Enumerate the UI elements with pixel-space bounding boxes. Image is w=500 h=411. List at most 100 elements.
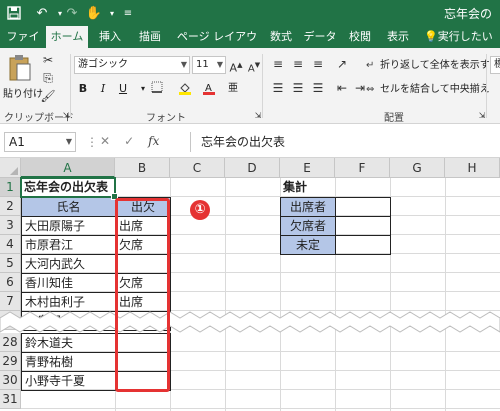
tab-formulas[interactable]: 数式 xyxy=(264,26,298,48)
bold-button[interactable]: B xyxy=(74,80,92,98)
gridline xyxy=(225,178,226,411)
tab-review[interactable]: 校閲 xyxy=(342,26,378,48)
undo-icon[interactable]: ↶ xyxy=(32,4,52,22)
cancel-icon[interactable]: ✕ xyxy=(100,134,110,148)
font-size-value: 11 xyxy=(196,59,209,70)
customize-icon[interactable]: ≡ xyxy=(118,4,138,22)
enter-icon[interactable]: ✓ xyxy=(124,134,134,148)
name-cell[interactable]: 市原君江 xyxy=(21,235,116,255)
document-title: 忘年会の xyxy=(443,7,492,21)
font-name-value: 游ゴシック xyxy=(78,59,128,70)
align-left-icon[interactable]: ☰ xyxy=(270,80,286,96)
italic-button[interactable]: I xyxy=(94,80,112,98)
formula-input[interactable]: 忘年会の出欠表 xyxy=(190,132,500,152)
orientation-icon[interactable]: ↗ xyxy=(334,56,350,72)
summary-value-cell[interactable] xyxy=(335,235,391,255)
paste-icon[interactable] xyxy=(8,54,32,84)
tell-me-box[interactable]: 💡実行したい作業 xyxy=(424,26,500,65)
summary-title-cell[interactable]: 集計 xyxy=(280,178,335,197)
align-right-icon[interactable]: ☰ xyxy=(310,80,326,96)
formula-buttons: ✕ ✓ fx xyxy=(100,134,159,148)
tab-insert[interactable]: 挿入 xyxy=(92,26,128,48)
group-separator xyxy=(262,54,263,118)
format-painter-icon[interactable]: 🖌 xyxy=(40,88,56,104)
font-name-select[interactable]: 游ゴシック ▼ xyxy=(74,56,190,74)
redo-icon[interactable]: ↷ xyxy=(62,4,82,22)
font-color-icon[interactable]: A xyxy=(200,80,218,98)
tab-view[interactable]: 表示 xyxy=(380,26,416,48)
annotation-badge: ① xyxy=(190,200,210,220)
phonetic-icon[interactable]: 亜 xyxy=(224,80,242,98)
col-header-b[interactable]: B xyxy=(115,158,170,178)
alignment-launcher-icon[interactable]: ⇲ xyxy=(474,108,490,124)
function-icon[interactable]: fx xyxy=(148,134,159,148)
clipboard-launcher-icon[interactable]: ⇲ xyxy=(58,108,74,124)
row-header[interactable]: 2 xyxy=(0,197,21,216)
underline-button[interactable]: U xyxy=(114,80,132,98)
tab-home[interactable]: ホーム xyxy=(46,26,88,48)
group-separator xyxy=(70,54,71,118)
fill-color-icon[interactable] xyxy=(176,80,194,98)
align-middle-icon[interactable]: ≡ xyxy=(290,56,306,72)
align-top-icon[interactable]: ≡ xyxy=(270,56,286,72)
summary-value-cell[interactable] xyxy=(335,197,391,217)
decrease-indent-icon[interactable]: ⇤ xyxy=(334,80,350,96)
borders-icon[interactable] xyxy=(148,80,166,98)
row-header[interactable]: 1 xyxy=(0,178,21,197)
number-format-select[interactable]: 標 xyxy=(490,56,500,74)
chevron-down-icon: ▼ xyxy=(65,137,72,146)
row-header[interactable]: 3 xyxy=(0,216,21,235)
summary-label-cell[interactable]: 未定 xyxy=(280,235,336,255)
active-cell-selection xyxy=(20,177,118,200)
summary-label-cell[interactable]: 欠席者 xyxy=(280,216,336,236)
cut-icon[interactable]: ✂ xyxy=(40,52,56,68)
name-cell[interactable]: 小野寺千夏 xyxy=(21,371,116,391)
touch-mode-icon[interactable]: ✋ xyxy=(84,4,104,22)
row-header[interactable]: 6 xyxy=(0,273,21,292)
merge-center-label: セルを結合して中央揃え xyxy=(380,84,490,95)
name-cell[interactable]: 香川知佳 xyxy=(21,273,116,293)
font-size-select[interactable]: 11 ▼ xyxy=(192,56,226,74)
tab-data[interactable]: データ xyxy=(300,26,340,48)
row-header[interactable]: 31 xyxy=(0,390,21,409)
col-header-c[interactable]: C xyxy=(170,158,225,178)
name-cell[interactable]: 大河内武久 xyxy=(21,254,116,274)
col-header-a[interactable]: A xyxy=(21,158,115,178)
col-header-f[interactable]: F xyxy=(335,158,390,178)
wrap-text-icon: ↵ xyxy=(366,60,375,71)
copy-icon[interactable]: ⎘ xyxy=(40,70,56,86)
name-header-cell[interactable]: 氏名 xyxy=(21,197,116,217)
font-launcher-icon[interactable]: ⇲ xyxy=(250,108,266,124)
name-box[interactable]: A1 ▼ xyxy=(4,132,76,152)
merge-center-button[interactable]: ⇔ セルを結合して中央揃え xyxy=(366,80,490,95)
col-header-e[interactable]: E xyxy=(280,158,335,178)
paste-button-label[interactable]: 貼り付け xyxy=(3,85,43,100)
align-bottom-icon[interactable]: ≡ xyxy=(310,56,326,72)
align-center-icon[interactable]: ☰ xyxy=(290,80,306,96)
font-group-label: フォント xyxy=(146,113,186,124)
row-break-zigzag xyxy=(0,311,500,333)
row-header[interactable]: 29 xyxy=(0,352,21,371)
decrease-font-icon[interactable]: A▼ xyxy=(246,57,262,74)
summary-value-cell[interactable] xyxy=(335,216,391,236)
alignment-group-label: 配置 xyxy=(384,113,404,124)
name-cell[interactable]: 青野祐樹 xyxy=(21,352,116,372)
save-icon[interactable] xyxy=(4,4,24,22)
row-header[interactable]: 4 xyxy=(0,235,21,254)
tab-file[interactable]: ファイル xyxy=(2,26,44,65)
summary-label-cell[interactable]: 出席者 xyxy=(280,197,336,217)
col-header-h[interactable]: H xyxy=(445,158,500,178)
col-header-d[interactable]: D xyxy=(225,158,280,178)
name-cell[interactable]: 大田原陽子 xyxy=(21,216,116,236)
row-header[interactable]: 5 xyxy=(0,254,21,273)
tab-draw[interactable]: 描画 xyxy=(132,26,168,48)
chevron-down-icon: ▼ xyxy=(216,60,223,69)
wrap-text-label: 折り返して全体を表示する xyxy=(380,60,500,71)
increase-font-icon[interactable]: A▲ xyxy=(228,57,244,75)
select-all-button[interactable] xyxy=(0,158,21,178)
wrap-text-button[interactable]: ↵ 折り返して全体を表示する xyxy=(366,56,500,71)
col-header-g[interactable]: G xyxy=(390,158,445,178)
tab-page-layout[interactable]: ページ レイアウト xyxy=(172,26,262,65)
row-header[interactable]: 30 xyxy=(0,371,21,390)
lightbulb-icon: 💡 xyxy=(424,30,438,43)
